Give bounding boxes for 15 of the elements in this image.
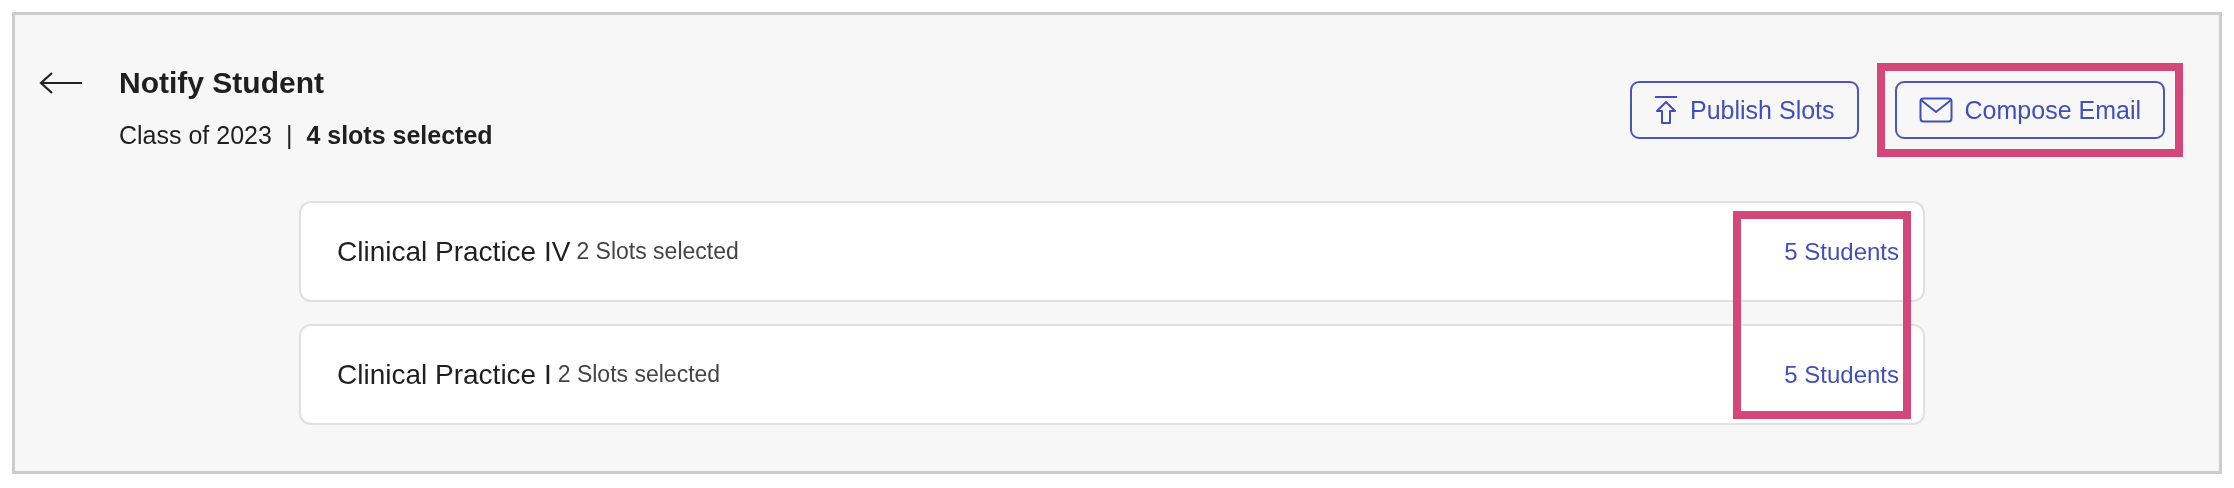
separator: | [285,120,293,151]
action-button[interactable]: Publish Slots [1630,81,1859,139]
course-name: Clinical Practice I [337,357,552,392]
students-link[interactable]: 5 Students [1784,356,1899,393]
back-arrow-icon[interactable] [39,71,83,95]
selection-count: 4 slots selected [306,120,493,151]
page-title: Notify Student [119,65,325,101]
upload-icon [1654,95,1678,125]
slots-count: 2 Slots selected [576,237,739,267]
class-label: Class of 2023 [119,120,272,151]
mail-icon [1918,97,1953,123]
action-button[interactable]: Compose Email [1894,81,2165,139]
students-link[interactable]: 5 Students [1784,233,1899,270]
course-name: Clinical Practice IV [337,234,571,269]
slots-count: 2 Slots selected [557,360,721,390]
